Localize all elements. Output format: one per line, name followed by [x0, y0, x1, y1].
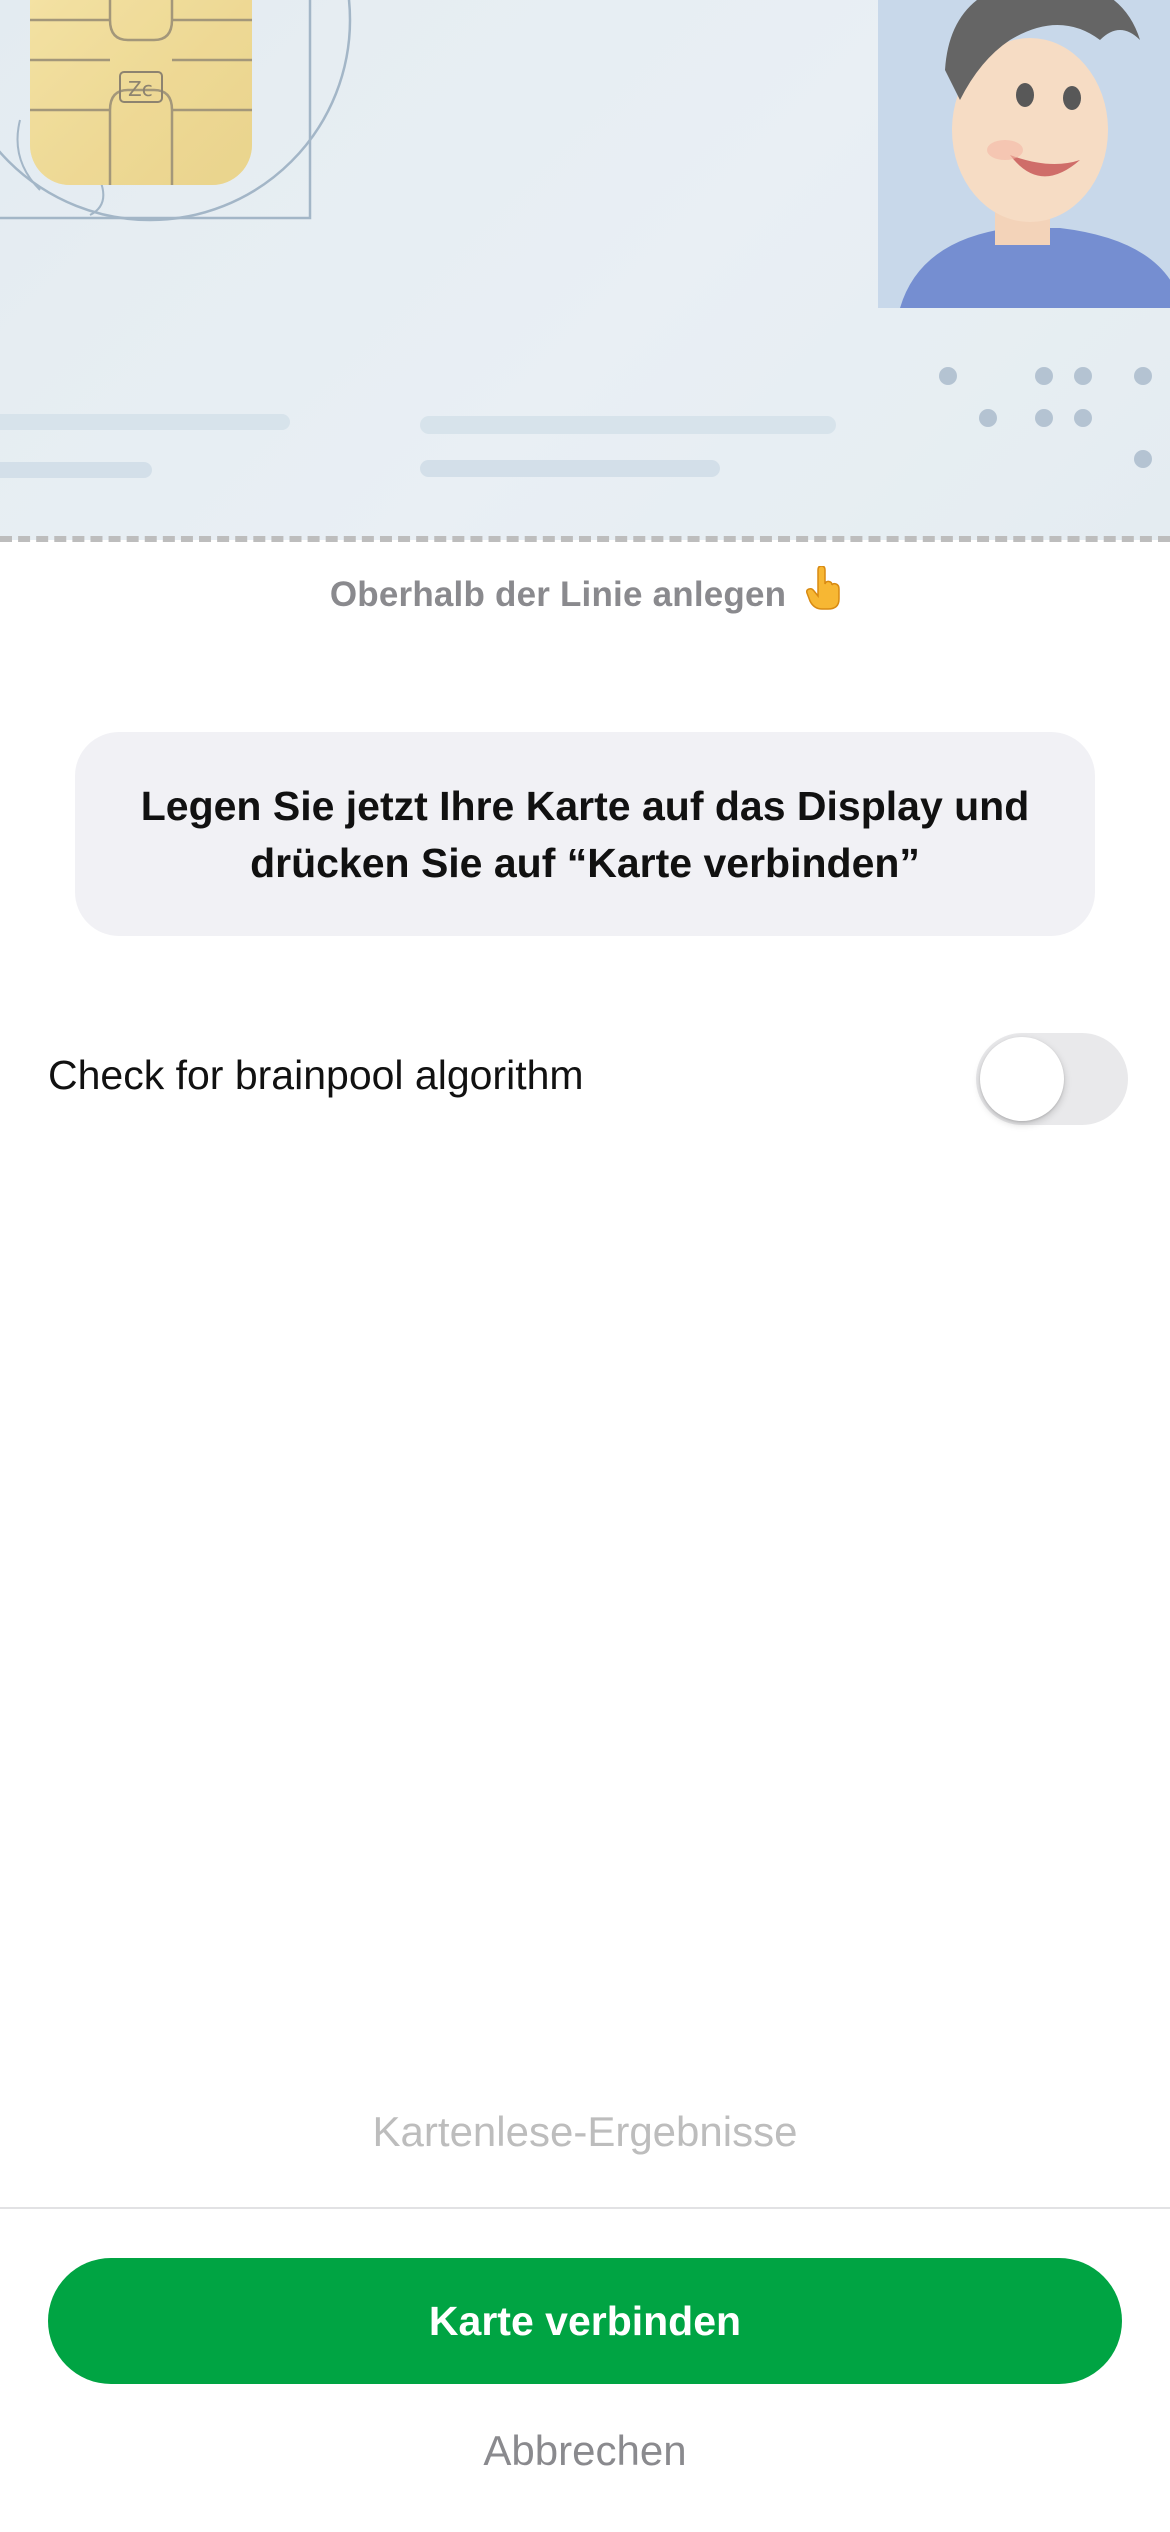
- id-card-illustration: Zc: [0, 0, 1170, 540]
- cancel-button[interactable]: Abbrechen: [0, 2427, 1170, 2475]
- placement-hint-text: Oberhalb der Linie anlegen: [329, 575, 787, 614]
- card-read-results-label: Kartenlese-Ergebnisse: [372, 2108, 798, 2155]
- pointing-finger-icon: [806, 565, 840, 619]
- brainpool-toggle[interactable]: [976, 1033, 1128, 1125]
- placement-line: [0, 536, 1170, 542]
- id-card-graphic: Zc: [0, 0, 1170, 540]
- instruction-bubble: Legen Sie jetzt Ihre Karte auf das Displ…: [75, 732, 1095, 936]
- brainpool-label: Check for brainpool algorithm: [48, 1052, 584, 1098]
- divider: [0, 2207, 1170, 2209]
- instruction-line-1: Legen Sie jetzt Ihre Karte auf das Displ…: [140, 783, 1030, 829]
- connect-card-button[interactable]: Karte verbinden: [48, 2258, 1122, 2384]
- toggle-knob: [980, 1037, 1064, 1121]
- brainpool-setting-row: Check for brainpool algorithm: [48, 1030, 1128, 1126]
- instruction-line-2: drücken Sie auf “Karte verbinden”: [250, 840, 920, 886]
- placement-hint: Oberhalb der Linie anlegen: [0, 565, 1170, 619]
